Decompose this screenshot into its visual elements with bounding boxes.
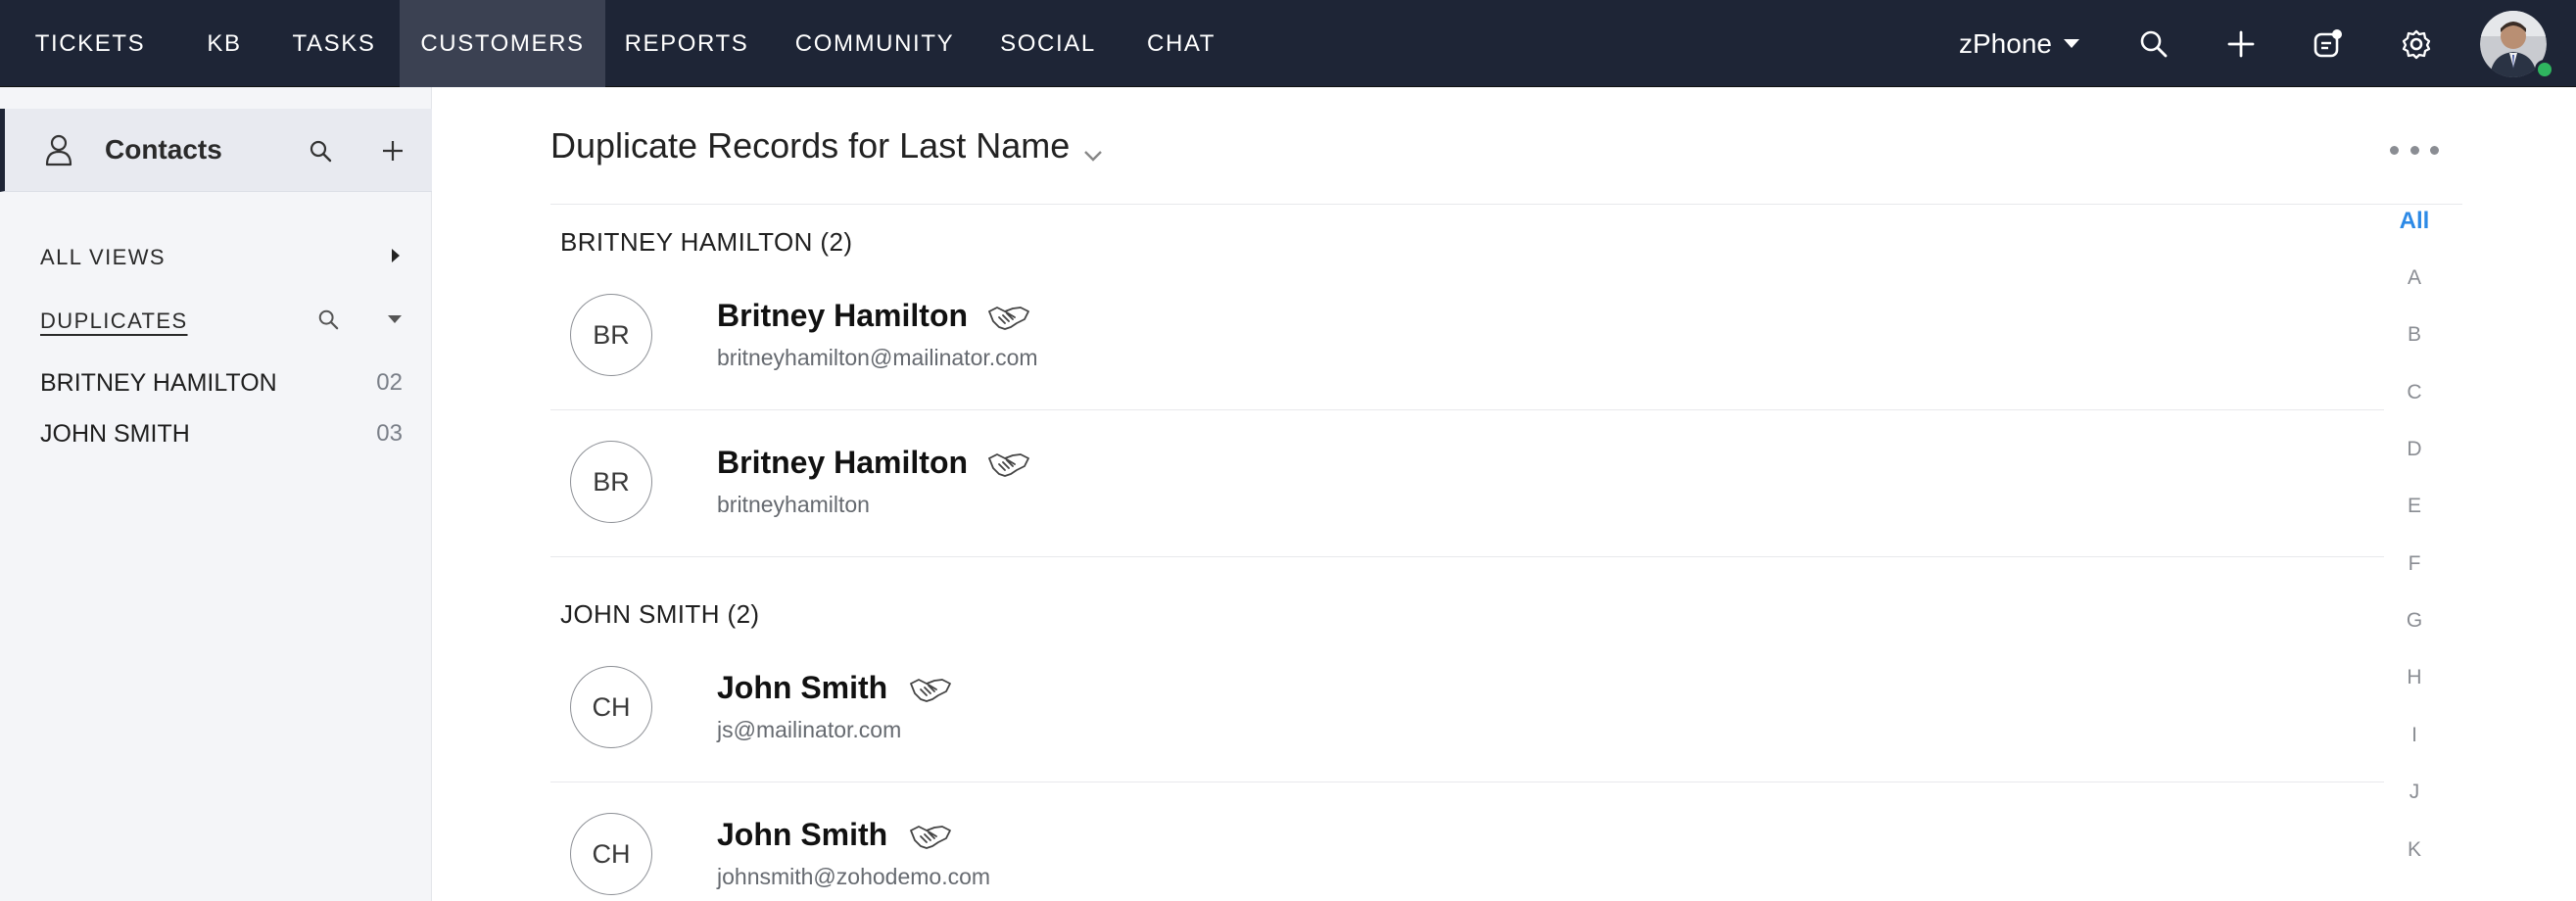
alpha-filter-e[interactable]: E	[2390, 495, 2439, 518]
alpha-filter-j[interactable]: J	[2390, 781, 2439, 804]
add-contact-icon[interactable]	[376, 134, 409, 167]
portal-name: zPhone	[1959, 27, 2052, 59]
divider	[550, 409, 2384, 410]
duplicate-item-count: 02	[376, 369, 403, 396]
group-heading: BRITNEY HAMILTON (2)	[560, 227, 853, 257]
caret-down-icon	[2063, 39, 2079, 48]
alpha-filter-k[interactable]: K	[2390, 838, 2439, 862]
sidebar: Contacts ALL VIEWS DUPLICATES BRITNEY HA…	[0, 87, 432, 901]
alpha-filter-a[interactable]: A	[2390, 266, 2439, 290]
contact-person-icon	[42, 132, 75, 167]
handshake-icon	[910, 826, 951, 849]
handshake-icon	[988, 453, 1029, 477]
avatar-initials: CH	[570, 813, 652, 895]
avatar-initials: BR	[570, 294, 652, 376]
alpha-filter-d[interactable]: D	[2390, 438, 2439, 461]
add-icon[interactable]	[2218, 22, 2264, 67]
nav-tab-social[interactable]: SOCIAL	[981, 0, 1115, 87]
all-views-link[interactable]: ALL VIEWS	[40, 245, 166, 270]
alpha-filter-f[interactable]: F	[2390, 552, 2439, 576]
record-name[interactable]: John Smith	[717, 670, 887, 706]
alpha-filter-i[interactable]: I	[2390, 724, 2439, 747]
alpha-filter-c[interactable]: C	[2390, 381, 2439, 404]
record-name[interactable]: John Smith	[717, 817, 887, 853]
record-row[interactable]: CH John Smith johnsmith@zohodemo.com	[550, 783, 2384, 901]
nav-tab-customers[interactable]: CUSTOMERS	[400, 0, 605, 87]
notification-icon[interactable]	[2306, 22, 2351, 67]
nav-tab-community[interactable]: COMMUNITY	[768, 0, 981, 87]
record-name[interactable]: Britney Hamilton	[717, 445, 968, 481]
record-email: johnsmith@zohodemo.com	[717, 864, 991, 889]
handshake-icon	[988, 307, 1029, 330]
top-nav-bar: TICKETS KB TASKS CUSTOMERS REPORTS COMMU…	[0, 0, 2576, 87]
divider	[550, 204, 2462, 205]
chevron-down-icon	[1083, 129, 1103, 170]
record-email: britneyhamilton	[717, 492, 870, 517]
alpha-filter-g[interactable]: G	[2390, 609, 2439, 633]
page-title-dropdown[interactable]: Duplicate Records for Last Name	[550, 121, 1103, 170]
more-options-icon[interactable]	[2390, 135, 2439, 165]
duplicates-heading[interactable]: DUPLICATES	[40, 308, 188, 334]
duplicate-item-label: BRITNEY HAMILTON	[40, 368, 277, 397]
nav-tab-tickets[interactable]: TICKETS	[0, 0, 180, 87]
record-row[interactable]: BR Britney Hamilton britneyhamilton@mail…	[550, 264, 2384, 411]
divider	[550, 556, 2384, 557]
search-icon[interactable]	[304, 134, 337, 167]
alpha-filter-all[interactable]: All	[2390, 208, 2439, 235]
caret-right-icon[interactable]	[386, 245, 405, 266]
page-title: Duplicate Records for Last Name	[550, 125, 1071, 166]
caret-down-icon[interactable]	[383, 308, 406, 330]
search-icon[interactable]	[313, 305, 343, 334]
nav-tab-kb[interactable]: KB	[180, 0, 268, 87]
record-row[interactable]: CH John Smith js@mailinator.com	[550, 637, 2384, 783]
handshake-icon	[910, 679, 951, 702]
search-icon[interactable]	[2131, 22, 2176, 67]
user-avatar[interactable]	[2480, 11, 2554, 79]
avatar-initials: BR	[570, 441, 652, 523]
duplicate-item[interactable]: JOHN SMITH 03	[40, 414, 403, 453]
group-heading: JOHN SMITH (2)	[560, 599, 760, 629]
duplicate-item-label: JOHN SMITH	[40, 419, 190, 448]
portal-switcher[interactable]: zPhone	[1959, 0, 2079, 87]
duplicate-item[interactable]: BRITNEY HAMILTON 02	[40, 363, 403, 403]
module-header: Contacts	[0, 109, 432, 192]
record-email: britneyhamilton@mailinator.com	[717, 345, 1038, 370]
nav-tab-tasks[interactable]: TASKS	[268, 0, 400, 87]
module-title: Contacts	[105, 134, 222, 165]
record-name[interactable]: Britney Hamilton	[717, 298, 968, 334]
duplicate-item-count: 03	[376, 420, 403, 447]
alpha-filter-h[interactable]: H	[2390, 666, 2439, 689]
avatar-initials: CH	[570, 666, 652, 748]
record-email: js@mailinator.com	[717, 717, 902, 742]
alpha-filter-b[interactable]: B	[2390, 323, 2439, 347]
online-status-dot	[2535, 60, 2554, 79]
nav-tab-chat[interactable]: CHAT	[1115, 0, 1248, 87]
record-row[interactable]: BR Britney Hamilton britneyhamilton	[550, 411, 2384, 558]
settings-icon[interactable]	[2394, 22, 2439, 67]
nav-tab-reports[interactable]: REPORTS	[605, 0, 768, 87]
